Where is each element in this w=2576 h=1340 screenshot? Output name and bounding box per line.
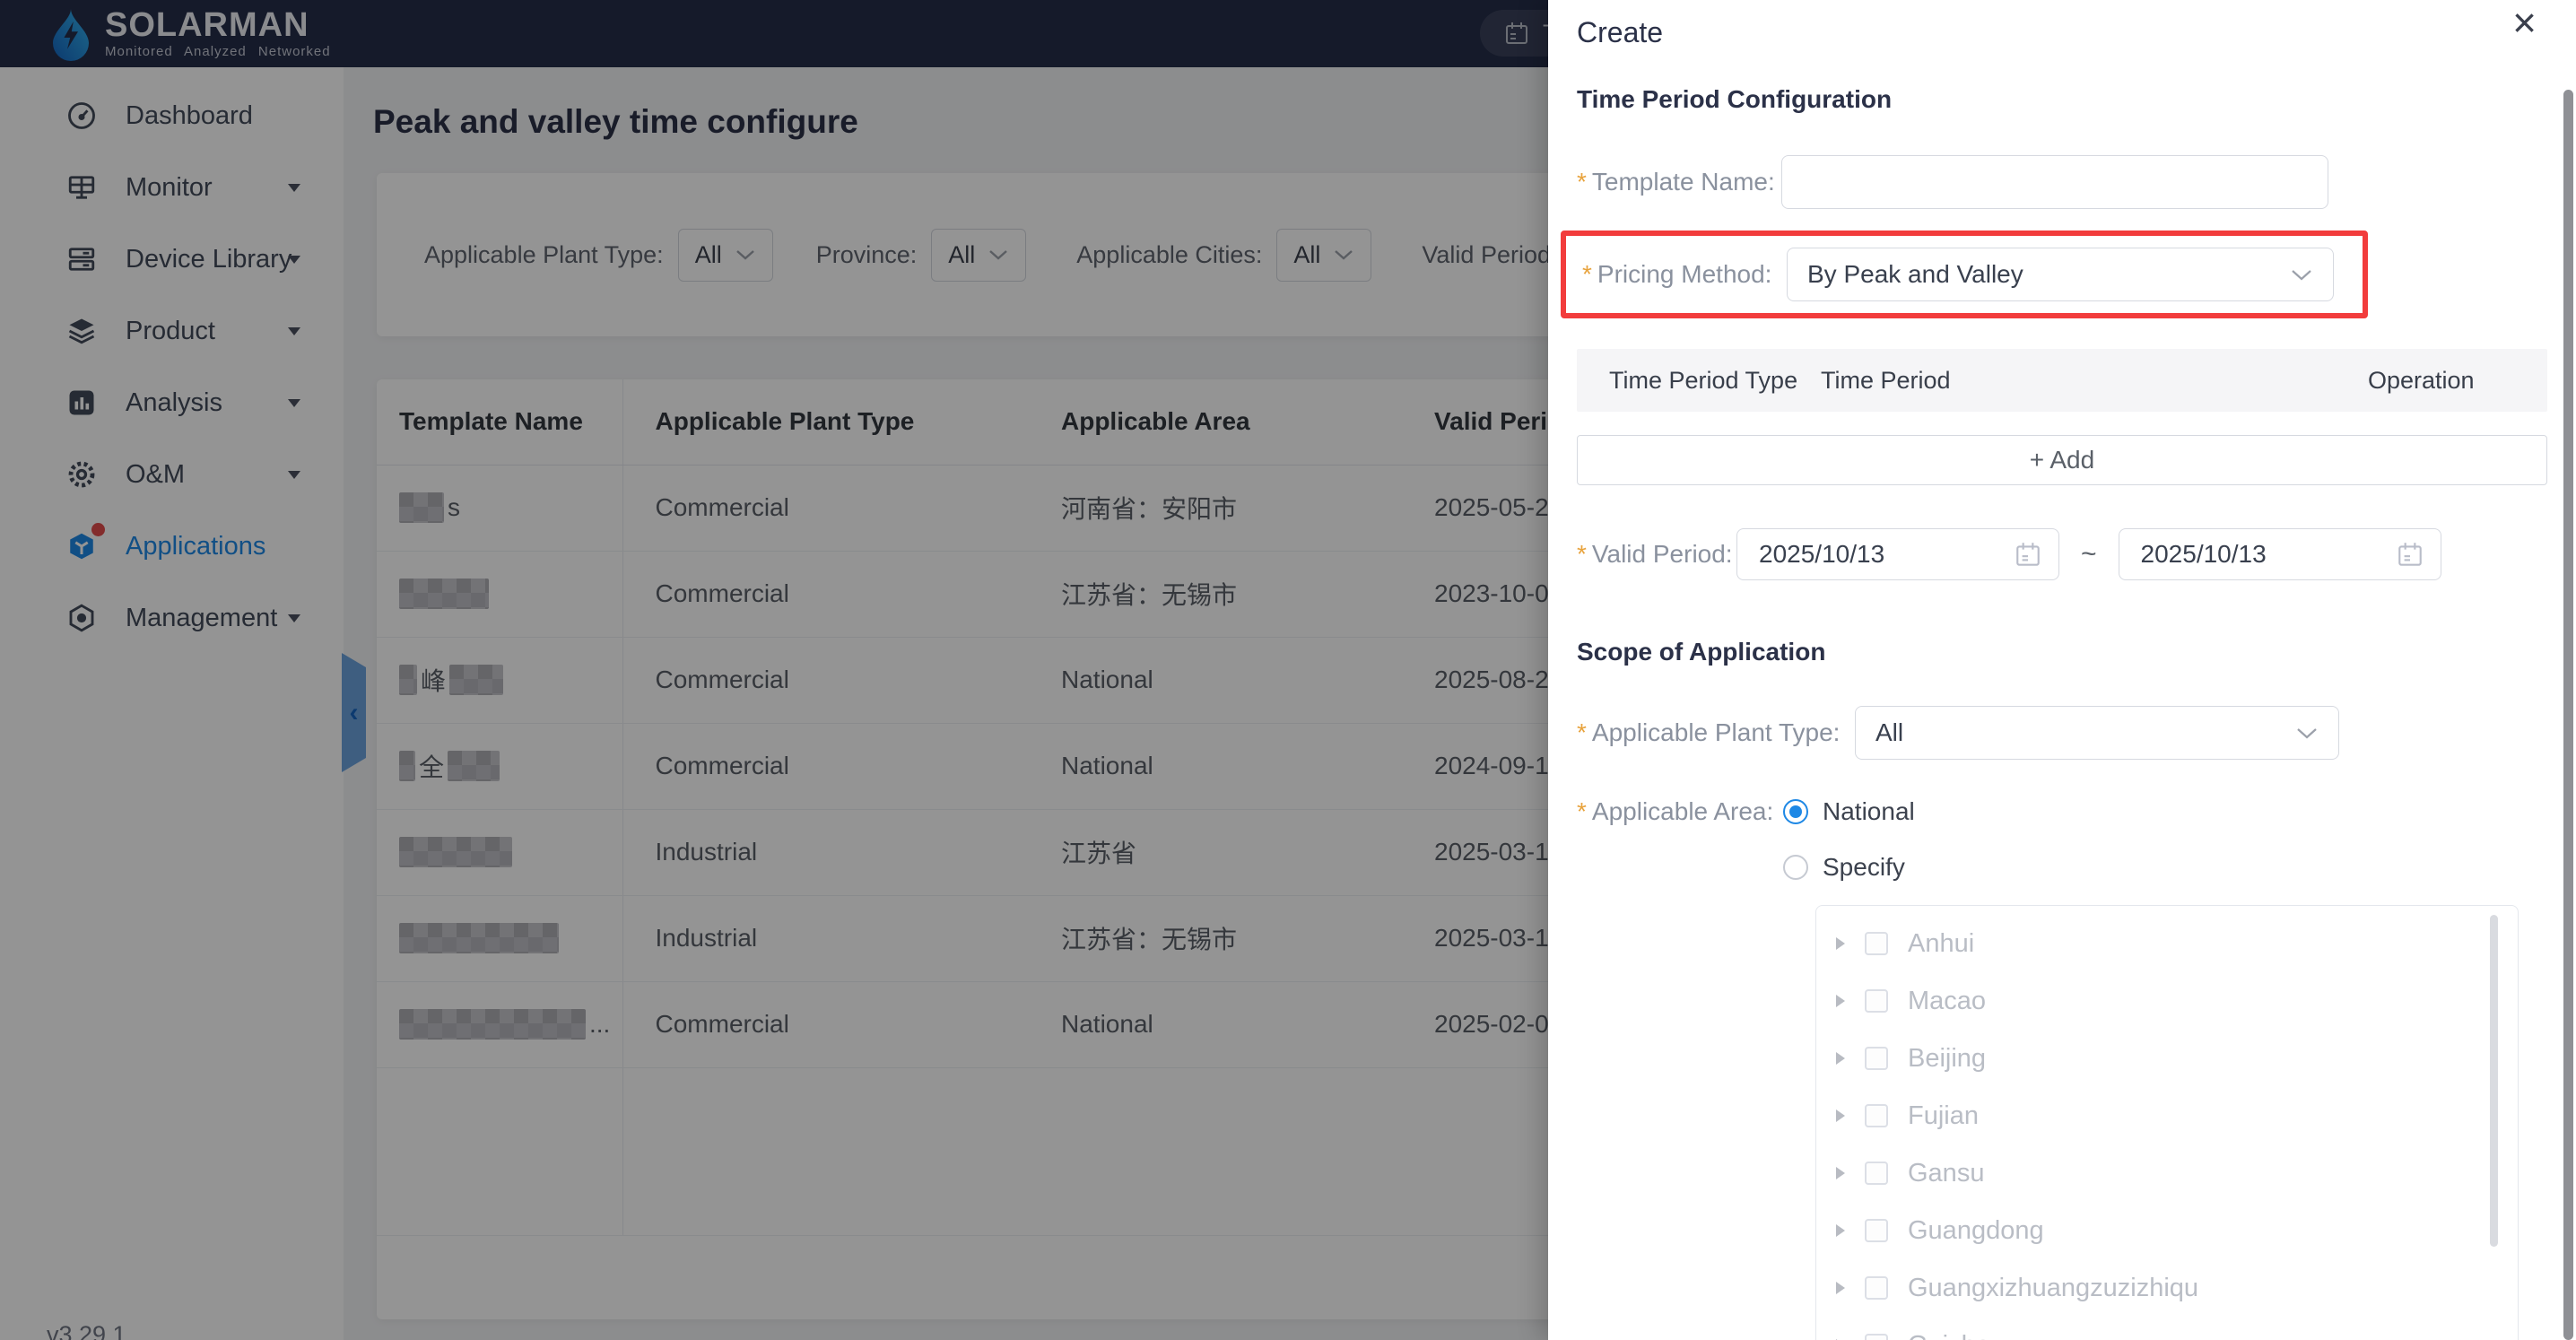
radio-specify-label: Specify — [1823, 853, 1905, 881]
checkbox[interactable] — [1865, 989, 1888, 1013]
tree-item-beijing[interactable]: Beijing — [1816, 1030, 2518, 1087]
specify-row: Specify — [1577, 853, 2547, 882]
tree-item-label: Anhui — [1908, 928, 1975, 958]
caret-right-icon[interactable] — [1836, 1109, 1845, 1122]
period-table-header: Time Period Type Time Period Operation — [1577, 349, 2547, 412]
tree-item-guizhou[interactable]: Guizhou — [1816, 1317, 2518, 1340]
pricing-method-label: * Pricing Method: — [1582, 260, 1772, 288]
radio-national-label: National — [1823, 797, 1915, 825]
tree-item-guangdong[interactable]: Guangdong — [1816, 1202, 2518, 1259]
applicable-area-label: * Applicable Area: — [1577, 797, 1774, 825]
section-time-period-configuration: Time Period Configuration — [1577, 85, 1893, 113]
range-separator: ~ — [2081, 539, 2097, 569]
checkbox[interactable] — [1865, 1334, 1888, 1340]
required-star: * — [1577, 168, 1587, 196]
tree-item-label: Guangdong — [1908, 1215, 2044, 1245]
valid-to-input[interactable]: 2025/10/13 — [2118, 528, 2441, 580]
period-col-type: Time Period Type — [1609, 366, 1798, 394]
checkbox[interactable] — [1865, 1276, 1888, 1300]
applicable-area-row: * Applicable Area: National — [1577, 797, 2547, 826]
checkbox[interactable] — [1865, 1047, 1888, 1070]
caret-right-icon[interactable] — [1836, 1282, 1845, 1294]
applicable-plant-type-row: * Applicable Plant Type: All — [1577, 706, 2547, 760]
caret-right-icon[interactable] — [1836, 1167, 1845, 1179]
required-star: * — [1582, 260, 1592, 288]
template-name-input[interactable] — [1781, 155, 2328, 209]
pricing-method-highlight: * Pricing Method: By Peak and Valley — [1561, 231, 2368, 318]
radio-specify[interactable] — [1783, 855, 1808, 880]
pricing-method-row: * Pricing Method: By Peak and Valley — [1582, 248, 2363, 301]
tree-scrollbar[interactable] — [2490, 915, 2498, 1247]
tree-item-guangxizhuangzuzizhiqu[interactable]: Guangxizhuangzuzizhiqu — [1816, 1259, 2518, 1317]
tree-item-label: Macao — [1908, 986, 1987, 1015]
tree-item-anhui[interactable]: Anhui — [1816, 915, 2518, 972]
applicable-plant-type-select[interactable]: All — [1855, 706, 2339, 760]
checkbox[interactable] — [1865, 1162, 1888, 1185]
radio-national[interactable] — [1783, 799, 1808, 824]
period-col-period: Time Period — [1821, 366, 1951, 394]
province-tree: Anhui Macao Beijing Fujian Gansu Guangdong Gua… — [1815, 905, 2519, 1340]
pricing-method-select[interactable]: By Peak and Valley — [1787, 248, 2334, 301]
add-period-button[interactable]: + Add — [1577, 435, 2547, 485]
tree-item-fujian[interactable]: Fujian — [1816, 1087, 2518, 1144]
close-icon[interactable]: × — [2512, 2, 2537, 43]
drawer-title: Create — [1577, 16, 1664, 48]
valid-from-input[interactable]: 2025/10/13 — [1736, 528, 2059, 580]
tree-item-label: Fujian — [1908, 1101, 1979, 1130]
caret-right-icon[interactable] — [1836, 1052, 1845, 1065]
province-tree-list: Anhui Macao Beijing Fujian Gansu Guangdong Gua… — [1816, 915, 2518, 1340]
section-scope-of-application: Scope of Application — [1577, 638, 1826, 666]
screen: SOLARMAN Monitored Analyzed Networked To — [0, 0, 2576, 1340]
caret-right-icon[interactable] — [1836, 937, 1845, 950]
tree-item-macao[interactable]: Macao — [1816, 972, 2518, 1030]
checkbox[interactable] — [1865, 1219, 1888, 1242]
chevron-down-icon — [2292, 269, 2311, 280]
drawer-scrollbar[interactable] — [2563, 90, 2573, 1340]
period-col-operation: Operation — [2368, 366, 2475, 394]
required-star: * — [1577, 718, 1587, 746]
checkbox[interactable] — [1865, 1104, 1888, 1127]
tree-item-label: Gansu — [1908, 1158, 1985, 1188]
caret-right-icon[interactable] — [1836, 1224, 1845, 1237]
create-drawer: × Create Time Period Configuration * Temp… — [1548, 0, 2576, 1340]
valid-period-label: * Valid Period: — [1577, 540, 1733, 568]
chevron-down-icon — [2297, 727, 2317, 738]
calendar-icon — [2016, 543, 2040, 566]
caret-right-icon[interactable] — [1836, 995, 1845, 1007]
tree-item-label: Guizhou — [1908, 1331, 2005, 1340]
valid-period-row: * Valid Period: 2025/10/13 ~ 2025/10/13 — [1577, 528, 2547, 580]
required-star: * — [1577, 540, 1587, 568]
tree-item-label: Beijing — [1908, 1043, 1987, 1073]
template-name-row: * Template Name: — [1577, 155, 2547, 209]
required-star: * — [1577, 797, 1587, 825]
applicable-plant-type-label: * Applicable Plant Type: — [1577, 718, 1841, 746]
tree-item-gansu[interactable]: Gansu — [1816, 1144, 2518, 1202]
checkbox[interactable] — [1865, 932, 1888, 955]
calendar-icon — [2398, 543, 2422, 566]
template-name-label: * Template Name: — [1577, 168, 1775, 196]
tree-item-label: Guangxizhuangzuzizhiqu — [1908, 1273, 2199, 1302]
